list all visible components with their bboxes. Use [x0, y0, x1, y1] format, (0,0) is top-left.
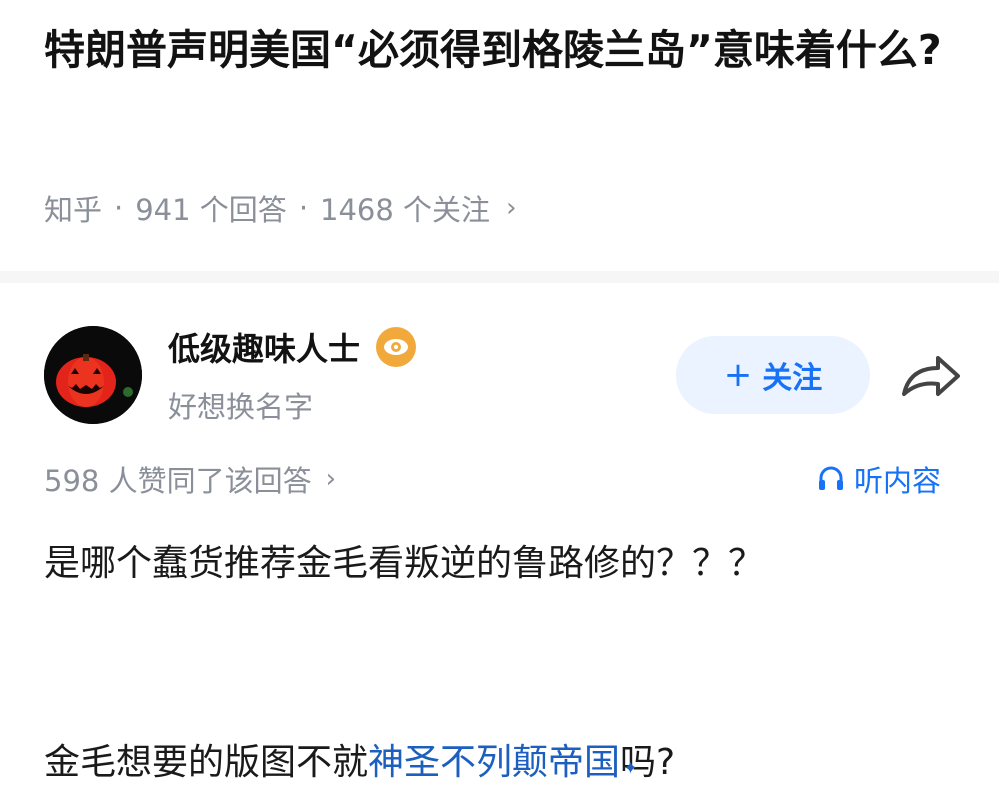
meta-separator: ·	[114, 191, 124, 225]
eye-badge-icon	[376, 327, 417, 367]
likes-summary[interactable]: 598 人赞同了该回答 ›	[44, 458, 336, 500]
answer-text: 金毛想要的版图不就	[44, 742, 369, 783]
section-divider	[0, 271, 999, 283]
answer-count: 941 个回答	[135, 193, 287, 227]
search-link-text: 神圣不列颠帝国	[368, 742, 621, 783]
chevron-right-icon: ›	[325, 464, 336, 494]
author-subtitle: 好想换名字	[168, 390, 314, 424]
likes-text: 598 人赞同了该回答	[44, 464, 312, 498]
plus-icon: +	[723, 355, 753, 395]
follow-label: 关注	[762, 361, 823, 396]
answer-paragraph: 是哪个蠢货推荐金毛看叛逆的鲁路修的？？？	[44, 543, 765, 584]
jack-o-lantern-icon	[44, 326, 142, 424]
meta-separator: ·	[298, 191, 309, 225]
search-link[interactable]: 神圣不列颠帝国 ✦	[368, 742, 638, 783]
author-name[interactable]: 低级趣味人士	[168, 324, 417, 370]
listen-button[interactable]: 听内容	[816, 458, 941, 500]
avatar[interactable]	[44, 326, 142, 424]
source-label: 知乎	[44, 193, 103, 227]
follower-count: 1468 个关注	[320, 193, 491, 227]
author-name-text: 低级趣味人士	[168, 330, 361, 368]
listen-label: 听内容	[854, 464, 942, 498]
question-meta[interactable]: 知乎 · 941 个回答 · 1468 个关注 ›	[44, 186, 516, 230]
headphones-icon	[819, 466, 843, 490]
chevron-right-icon: ›	[506, 193, 517, 223]
question-title[interactable]: 特朗普声明美国“必须得到格陵兰岛”意味着什么?	[44, 18, 974, 82]
follow-button[interactable]: + 关注	[676, 336, 870, 414]
share-arrow-icon[interactable]	[898, 348, 964, 404]
answer-paragraph: 金毛想要的版图不就神圣不列颠帝国 ✦ 吗?	[44, 730, 974, 796]
sparkle-icon: ✦	[622, 758, 639, 779]
